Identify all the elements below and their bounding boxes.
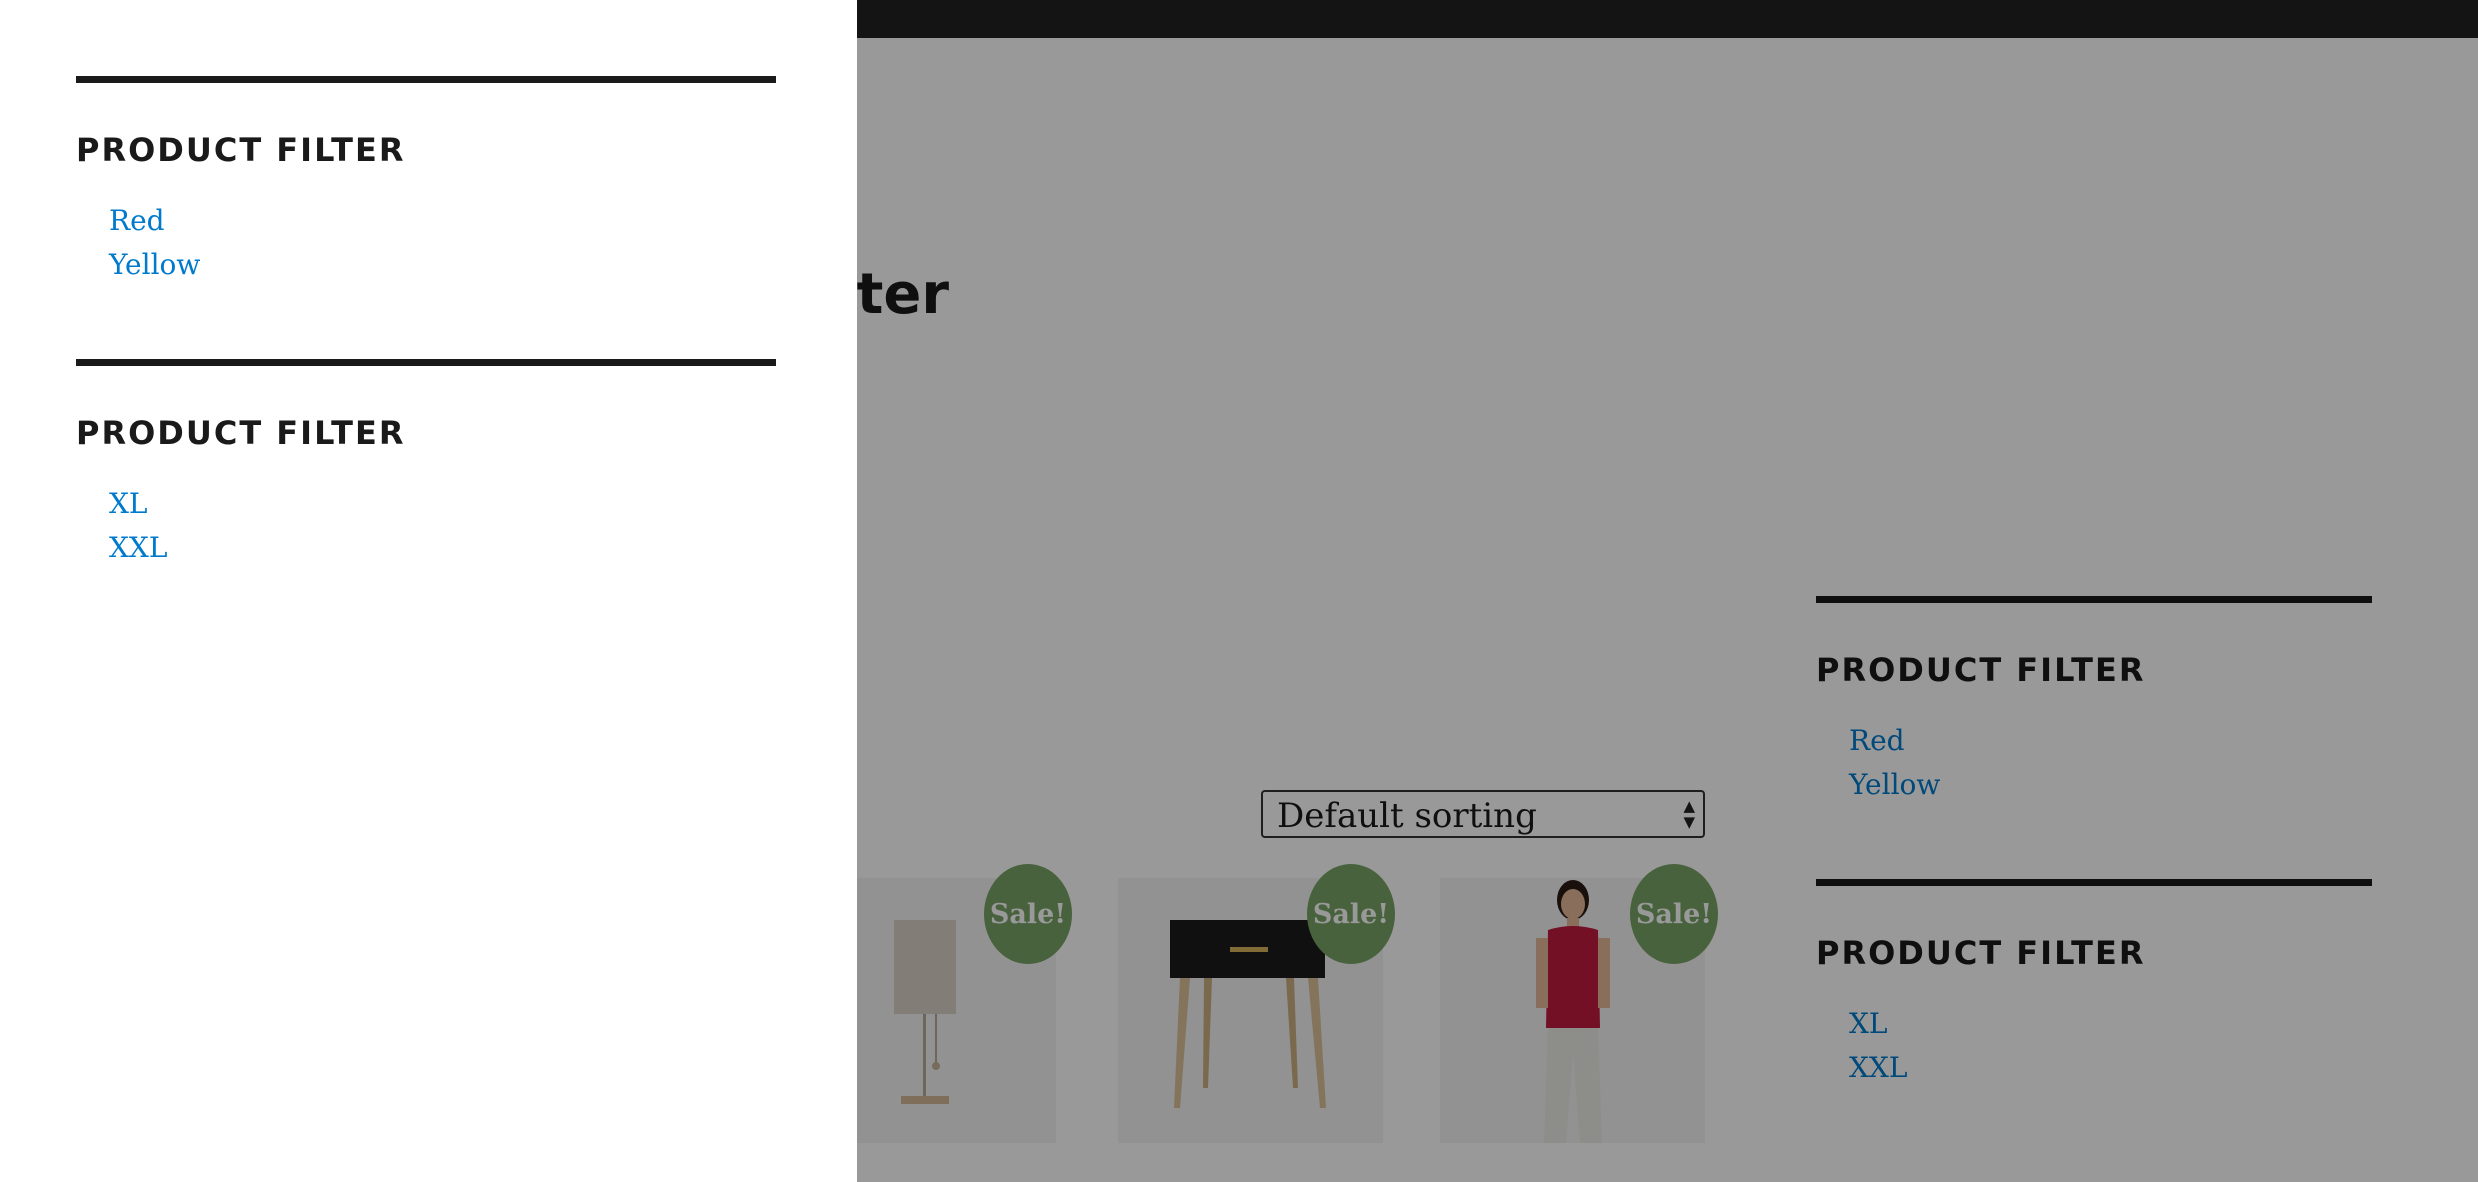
filter-link-xl[interactable]: XL <box>109 482 776 526</box>
widget-title: PRODUCT FILTER <box>76 414 406 452</box>
filter-link-yellow[interactable]: Yellow <box>109 243 776 287</box>
filter-link-red[interactable]: Red <box>109 199 776 243</box>
filter-list: Red Yellow <box>76 199 776 287</box>
product-filter-widget: PRODUCT FILTER Red Yellow <box>76 76 776 287</box>
off-canvas-drawer: PRODUCT FILTER Red Yellow PRODUCT FILTER… <box>0 0 857 1182</box>
widget-divider <box>76 76 776 83</box>
filter-link-xxl[interactable]: XXL <box>109 526 776 570</box>
product-filter-widget: PRODUCT FILTER XL XXL <box>76 359 776 570</box>
filter-list: XL XXL <box>76 482 776 570</box>
drawer-widget-area: PRODUCT FILTER Red Yellow PRODUCT FILTER… <box>76 76 776 570</box>
widget-title: PRODUCT FILTER <box>76 131 406 169</box>
widget-divider <box>76 359 776 366</box>
